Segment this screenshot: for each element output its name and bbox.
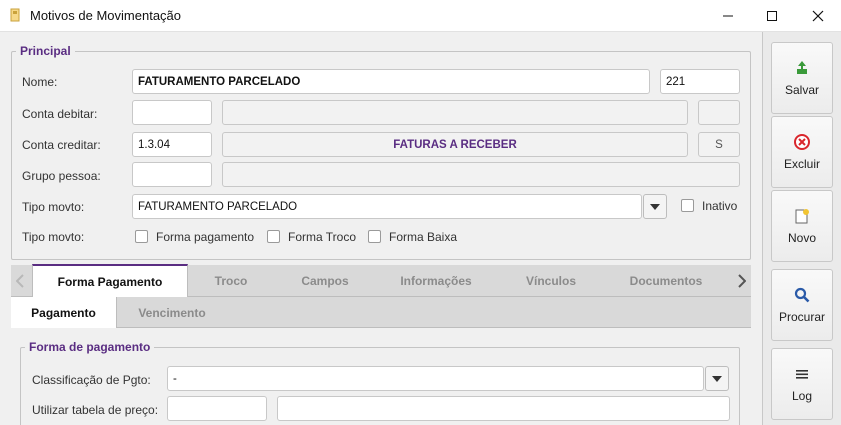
tab-informacoes[interactable]: Informações [386,265,486,297]
new-label: Novo [787,231,816,245]
log-label: Log [791,389,813,403]
grupo-pessoa-label: Grupo pessoa: [22,169,101,183]
delete-icon [794,134,810,150]
new-button[interactable]: Novo [771,190,833,262]
tipo-movto-options-label: Tipo movto: [22,230,85,244]
tipo-movto-dropdown-button[interactable] [643,194,667,219]
inativo-label: Inativo [702,199,738,213]
chevron-down-icon [712,375,722,382]
tab-campos[interactable]: Campos [281,265,369,297]
conta-debitar-flag [698,100,740,125]
conta-debitar-code-input[interactable] [132,100,212,125]
principal-legend: Principal [20,44,71,58]
save-button[interactable]: Salvar [771,42,833,114]
tipo-movto-select[interactable]: FATURAMENTO PARCELADO [132,194,642,219]
tab-scroll-right-icon[interactable] [735,272,749,290]
tabela-preco-description-input[interactable] [277,396,730,421]
chevron-down-icon [650,203,660,210]
grupo-pessoa-description [222,162,740,187]
forma-baixa-label: Forma Baixa [389,230,458,244]
conta-creditar-code-input[interactable]: 1.3.04 [132,132,212,157]
maximize-icon[interactable] [749,0,795,32]
classificacao-select[interactable]: - [167,366,704,391]
grupo-pessoa-code-input[interactable] [132,162,212,187]
tab-forma-pagamento[interactable]: Forma Pagamento [32,264,188,297]
search-button[interactable]: Procurar [771,269,833,341]
tabela-preco-label: Utilizar tabela de preço: [32,403,159,417]
classificacao-dropdown-button[interactable] [705,366,729,391]
nome-input[interactable]: FATURAMENTO PARCELADO [132,69,650,94]
tab-vinculos[interactable]: Vínculos [506,265,596,297]
conta-creditar-description: FATURAS A RECEBER [222,132,688,157]
nome-code-input[interactable]: 221 [660,69,740,94]
subtab-bar: Pagamento Vencimento [11,297,751,329]
subtab-vencimento[interactable]: Vencimento [119,297,225,328]
search-icon [794,287,810,303]
conta-creditar-label: Conta creditar: [22,138,101,152]
nome-label: Nome: [22,75,58,89]
window-title: Motivos de Movimentação [30,8,182,23]
forma-pagamento-label: Forma pagamento [156,230,255,244]
title-bar: Motivos de Movimentação [0,0,841,32]
close-icon[interactable] [795,0,841,32]
tab-scroll-left-icon[interactable] [13,272,27,290]
save-icon [797,61,807,74]
forma-baixa-checkbox[interactable] [368,230,381,243]
delete-label: Excluir [783,157,820,171]
tab-bar: Forma Pagamento Troco Campos Informações… [11,264,751,297]
conta-debitar-label: Conta debitar: [22,107,98,121]
tipo-movto-label: Tipo movto: [22,200,85,214]
forma-troco-checkbox[interactable] [267,230,280,243]
log-button[interactable]: Log [771,348,833,420]
forma-pagamento-checkbox[interactable] [135,230,148,243]
inativo-checkbox[interactable] [681,199,694,212]
log-icon [796,370,808,379]
new-icon [795,209,809,224]
tabela-preco-code-input[interactable] [167,396,267,421]
conta-debitar-description [222,100,688,125]
tab-troco[interactable]: Troco [191,265,271,297]
classificacao-label: Classificação de Pgto: [32,373,151,387]
subtab-pagamento[interactable]: Pagamento [11,297,117,329]
action-sidebar: Salvar Excluir Novo Procurar Log [762,32,841,425]
app-icon [10,8,20,22]
forma-pagamento-legend: Forma de pagamento [29,340,151,354]
search-label: Procurar [778,310,825,324]
tab-documentos[interactable]: Documentos [616,265,716,297]
minimize-icon[interactable] [705,0,751,32]
conta-creditar-flag: S [698,132,740,157]
forma-troco-label: Forma Troco [288,230,357,244]
save-label: Salvar [784,83,819,97]
delete-button[interactable]: Excluir [771,116,833,188]
